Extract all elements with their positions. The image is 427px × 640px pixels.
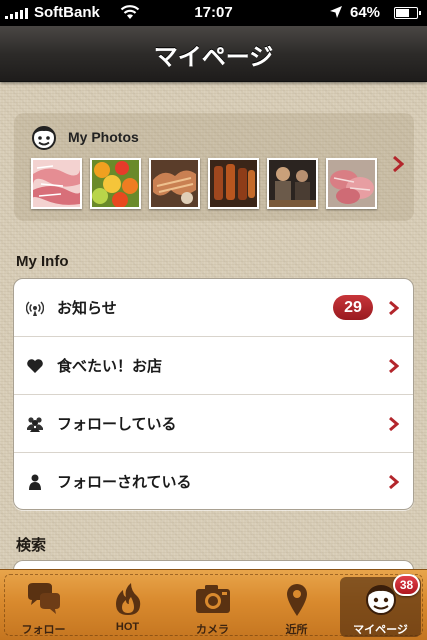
my-photos-panel[interactable]: My Photos (14, 113, 414, 221)
chevron-right-icon (389, 358, 399, 374)
photo-thumbnail[interactable] (326, 158, 377, 209)
chevron-right-icon (389, 416, 399, 432)
heart-icon (27, 359, 43, 373)
my-info-label: My Info (16, 253, 69, 270)
tab-camera[interactable]: カメラ (172, 577, 253, 637)
search-section-label: 検索 (16, 537, 47, 554)
person-icon (29, 474, 41, 490)
tab-label: フォロー (21, 624, 66, 636)
my-photos-title: My Photos (68, 129, 139, 145)
photo-thumbnail[interactable] (149, 158, 200, 209)
location-arrow-icon (330, 6, 342, 18)
chevron-right-icon (389, 300, 399, 316)
face-icon (32, 126, 56, 150)
flame-icon (115, 583, 140, 615)
list-item-following[interactable]: フォローしている (14, 395, 413, 453)
photo-strip (31, 158, 377, 209)
tab-label: マイページ (353, 624, 408, 636)
tab-label: HOT (115, 621, 140, 633)
camera-icon (195, 585, 230, 613)
tab-nearby[interactable]: 近所 (256, 577, 337, 637)
speech-bubbles-icon (27, 583, 60, 614)
my-photos-header: My Photos (30, 123, 139, 151)
photo-thumbnail[interactable] (267, 158, 318, 209)
list-item-want-to-eat[interactable]: 食べたい！お店 (14, 337, 413, 395)
list-item-label: 食べたい！お店 (57, 357, 163, 375)
photo-thumbnail[interactable] (90, 158, 141, 209)
list-item-label: フォローしている (57, 415, 177, 433)
page-title: マイページ (153, 43, 274, 71)
notification-count-badge: 29 (333, 295, 373, 320)
photo-thumbnail[interactable] (208, 158, 259, 209)
battery-icon (394, 7, 421, 19)
my-info-list: お知らせ 29 食べたい！お店 フォローしている フォローされている (13, 278, 414, 510)
tab-follow[interactable]: フォロー (3, 577, 84, 637)
tab-hot[interactable]: HOT (87, 577, 168, 637)
tab-label: 近所 (285, 624, 308, 636)
tab-badge: 38 (393, 574, 420, 596)
list-item-label: フォローされている (57, 473, 192, 491)
location-pin-icon (286, 584, 307, 616)
list-item-label: お知らせ (57, 299, 117, 317)
chevron-right-icon[interactable] (392, 155, 404, 173)
navigation-bar: マイページ (0, 26, 427, 82)
chevron-right-icon (389, 474, 399, 490)
photo-thumbnail[interactable] (31, 158, 82, 209)
group-icon (27, 417, 43, 432)
tab-label: カメラ (196, 624, 229, 636)
broadcast-icon (26, 301, 44, 316)
list-item-followers[interactable]: フォローされている (14, 453, 413, 509)
battery-percentage: 64% (350, 4, 381, 21)
list-item-notifications[interactable]: お知らせ 29 (14, 279, 413, 337)
status-bar: SoftBank 17:07 64% (0, 0, 427, 26)
tab-bar: フォロー HOT カメラ 近所 マイページ (0, 569, 427, 640)
